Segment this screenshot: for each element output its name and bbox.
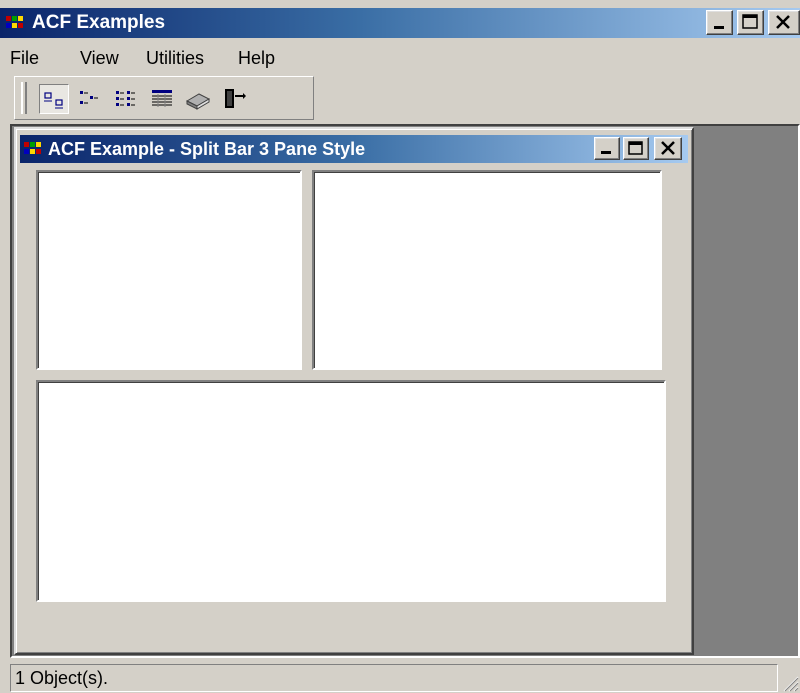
small-icons-button[interactable] (75, 84, 105, 114)
minimize-icon (601, 151, 611, 154)
child-close-button[interactable] (654, 137, 682, 160)
child-title: ACF Example - Split Bar 3 Pane Style (48, 139, 366, 159)
child-window[interactable]: ACF Example - Split Bar 3 Pane Style (14, 127, 694, 655)
menu-utilities[interactable]: Utilities (146, 48, 204, 69)
details-view-icon (152, 90, 172, 107)
menu-bar: File View Utilities Help (0, 40, 800, 74)
close-button[interactable] (768, 10, 800, 35)
minimize-icon (714, 26, 724, 29)
main-title-bar[interactable]: ACF Examples (0, 8, 800, 38)
menu-help[interactable]: Help (238, 48, 275, 69)
status-text: 1 Object(s). (10, 664, 778, 692)
book-icon (185, 93, 211, 110)
app-grid-icon (24, 142, 41, 154)
close-icon (661, 141, 675, 155)
minimize-button[interactable] (706, 10, 733, 35)
child-minimize-button[interactable] (594, 137, 620, 160)
list-view-icon (116, 91, 135, 106)
exit-door-icon (225, 89, 246, 108)
details-view-button[interactable] (147, 84, 177, 114)
maximize-button[interactable] (737, 10, 764, 35)
toolbar (14, 76, 314, 120)
child-title-bar[interactable]: ACF Example - Split Bar 3 Pane Style (20, 135, 688, 163)
menu-view[interactable]: View (80, 48, 119, 69)
app-title: ACF Examples (32, 12, 166, 33)
size-grip-icon[interactable] (778, 671, 800, 693)
small-icons-view-icon (80, 91, 98, 104)
list-view-button[interactable] (111, 84, 141, 114)
pane-top-left[interactable] (36, 170, 302, 370)
pane-bottom[interactable] (36, 380, 666, 602)
maximize-icon (742, 14, 758, 29)
pane-top-right[interactable] (312, 170, 662, 370)
app-grid-icon (6, 16, 23, 28)
child-maximize-button[interactable] (623, 137, 649, 160)
large-icons-button[interactable] (39, 84, 69, 114)
large-icons-view-icon (44, 92, 63, 109)
application-window: ACF Examples File View Utilities Help AC… (0, 0, 800, 693)
menu-file[interactable]: File (10, 48, 39, 69)
exit-button[interactable] (219, 84, 249, 114)
close-icon (776, 15, 790, 29)
status-bar: 1 Object(s). (0, 660, 800, 693)
book-button[interactable] (183, 84, 213, 114)
toolbar-grip[interactable] (21, 82, 27, 114)
maximize-icon (628, 141, 643, 155)
